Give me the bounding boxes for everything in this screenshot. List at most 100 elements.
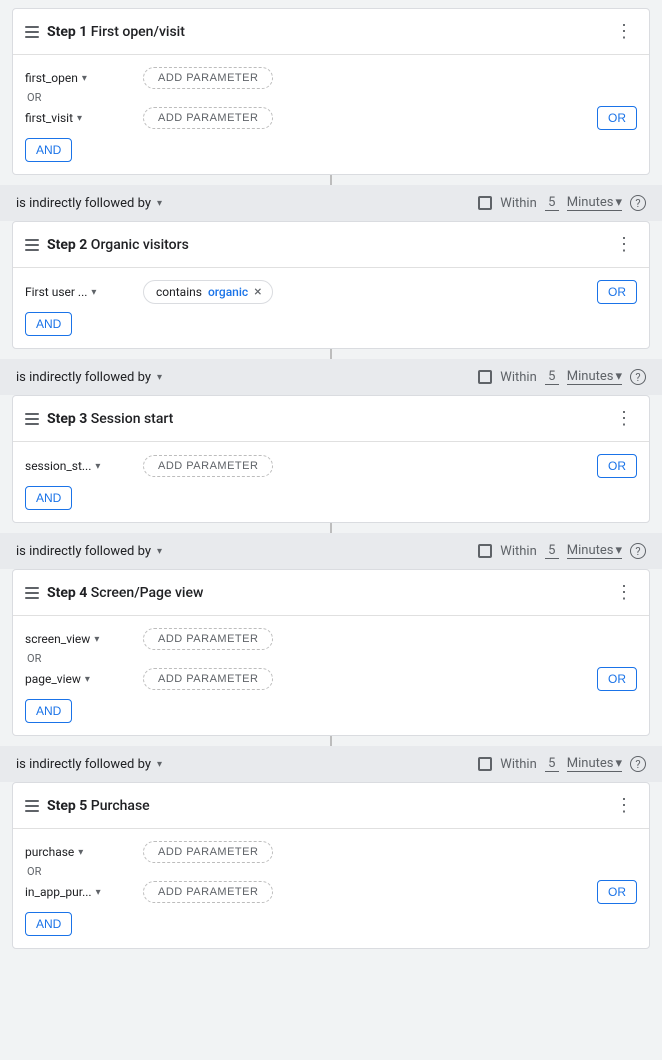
step-4-body: screen_view ▾ ADD PARAMETER OR page_view… [13,616,649,735]
step-card-4: Step 4 Screen/Page view ⋮ screen_view ▾ … [12,569,650,736]
connector-2-3-label: is indirectly followed by ▾ [16,370,162,385]
step-3-event-dropdown-1[interactable]: session_st... ▾ [25,459,135,473]
step-4-event-row-1: screen_view ▾ ADD PARAMETER [25,628,637,650]
step-4-header-left: Step 4 Screen/Page view [25,585,203,601]
help-icon-2[interactable]: ? [630,369,646,385]
help-icon-4[interactable]: ? [630,756,646,772]
within-value-3: 5 [545,543,559,559]
vertical-line-2 [0,349,662,359]
and-button-4[interactable]: AND [25,699,72,723]
drag-handle-icon[interactable] [25,239,39,251]
connector-2-3: is indirectly followed by ▾ Within 5 Min… [0,359,662,395]
step-5-event-row-1: purchase ▾ ADD PARAMETER [25,841,637,863]
or-button-1[interactable]: OR [597,106,637,130]
step-4-event-row-2: page_view ▾ ADD PARAMETER OR [25,667,637,691]
step-5-event-dropdown-2[interactable]: in_app_pur... ▾ [25,885,135,899]
step-4-or-btn-container: OR [597,667,637,691]
vertical-line-4 [0,736,662,746]
contains-value: organic [208,285,248,299]
chevron-down-icon: ▾ [78,847,83,858]
within-label-2: Within [500,370,536,385]
add-parameter-button-4-1[interactable]: ADD PARAMETER [143,628,273,650]
step-5-body: purchase ▾ ADD PARAMETER OR in_app_pur..… [13,829,649,948]
help-icon-1[interactable]: ? [630,195,646,211]
add-parameter-button-5-1[interactable]: ADD PARAMETER [143,841,273,863]
within-unit-1[interactable]: Minutes ▾ [567,195,622,211]
vertical-line-1 [0,175,662,185]
and-button-5[interactable]: AND [25,912,72,936]
step-1-header-left: Step 1 First open/visit [25,24,185,40]
within-label-4: Within [500,757,536,772]
connector-label-text-3: is indirectly followed by [16,544,151,559]
step-3-title: Step 3 Session start [47,411,173,427]
connector-label-text: is indirectly followed by [16,196,151,211]
or-label-4: OR [25,652,637,665]
within-unit-2[interactable]: Minutes ▾ [567,369,622,385]
step-4-event-dropdown-1[interactable]: screen_view ▾ [25,632,135,646]
drag-handle-icon[interactable] [25,587,39,599]
contains-tag-1: contains organic × [143,280,273,304]
connector-3-4-label: is indirectly followed by ▾ [16,544,162,559]
chevron-down-icon: ▾ [91,287,96,298]
step-4-event-dropdown-2[interactable]: page_view ▾ [25,672,135,686]
step-5-more-button[interactable]: ⋮ [611,793,637,818]
step-4-header: Step 4 Screen/Page view ⋮ [13,570,649,616]
unit-chevron-icon-4: ▾ [615,756,622,771]
add-parameter-button-1-2[interactable]: ADD PARAMETER [143,107,273,129]
connector-chevron-icon-3[interactable]: ▾ [157,546,162,557]
step-4-more-button[interactable]: ⋮ [611,580,637,605]
add-parameter-button-5-2[interactable]: ADD PARAMETER [143,881,273,903]
step-1-body: first_open ▾ ADD PARAMETER OR first_visi… [13,55,649,174]
connector-1-2-right: Within 5 Minutes ▾ ? [478,195,646,211]
step-2-event-dropdown-1[interactable]: First user ... ▾ [25,285,135,299]
or-button-5[interactable]: OR [597,880,637,904]
within-value-4: 5 [545,756,559,772]
step-1-header: Step 1 First open/visit ⋮ [13,9,649,55]
connector-chevron-icon[interactable]: ▾ [157,198,162,209]
within-unit-3[interactable]: Minutes ▾ [567,543,622,559]
and-button-1[interactable]: AND [25,138,72,162]
connector-chevron-icon-2[interactable]: ▾ [157,372,162,383]
step-2-title: Step 2 Organic visitors [47,237,189,253]
within-unit-4[interactable]: Minutes ▾ [567,756,622,772]
drag-handle-icon[interactable] [25,800,39,812]
or-button-2[interactable]: OR [597,280,637,304]
step-card-5: Step 5 Purchase ⋮ purchase ▾ ADD PARAMET… [12,782,650,949]
step-1-event-dropdown-1[interactable]: first_open ▾ [25,71,135,85]
close-icon[interactable]: × [254,285,261,299]
connector-4-5-label: is indirectly followed by ▾ [16,757,162,772]
drag-handle-icon[interactable] [25,26,39,38]
step-1-more-button[interactable]: ⋮ [611,19,637,44]
step-3-event-row-1: session_st... ▾ ADD PARAMETER OR [25,454,637,478]
step-2-header-left: Step 2 Organic visitors [25,237,189,253]
connector-2-3-right: Within 5 Minutes ▾ ? [478,369,646,385]
within-checkbox-1[interactable] [478,196,492,210]
add-parameter-button-3-1[interactable]: ADD PARAMETER [143,455,273,477]
and-button-2[interactable]: AND [25,312,72,336]
connector-label-text-4: is indirectly followed by [16,757,151,772]
unit-chevron-icon-3: ▾ [615,543,622,558]
within-checkbox-4[interactable] [478,757,492,771]
step-5-header: Step 5 Purchase ⋮ [13,783,649,829]
step-1-event-dropdown-2[interactable]: first_visit ▾ [25,111,135,125]
within-checkbox-3[interactable] [478,544,492,558]
or-button-4[interactable]: OR [597,667,637,691]
step-5-event-row-2: in_app_pur... ▾ ADD PARAMETER OR [25,880,637,904]
chevron-down-icon: ▾ [94,634,99,645]
and-button-3[interactable]: AND [25,486,72,510]
step-5-event-dropdown-1[interactable]: purchase ▾ [25,845,135,859]
drag-handle-icon[interactable] [25,413,39,425]
step-3-more-button[interactable]: ⋮ [611,406,637,431]
within-checkbox-2[interactable] [478,370,492,384]
step-2-or-btn-container: OR [597,280,637,304]
chevron-down-icon: ▾ [96,887,101,898]
unit-chevron-icon: ▾ [615,195,622,210]
add-parameter-button-4-2[interactable]: ADD PARAMETER [143,668,273,690]
add-parameter-button-1-1[interactable]: ADD PARAMETER [143,67,273,89]
help-icon-3[interactable]: ? [630,543,646,559]
or-button-3[interactable]: OR [597,454,637,478]
unit-chevron-icon-2: ▾ [615,369,622,384]
step-2-more-button[interactable]: ⋮ [611,232,637,257]
connector-chevron-icon-4[interactable]: ▾ [157,759,162,770]
step-1-event-row-1: first_open ▾ ADD PARAMETER [25,67,637,89]
